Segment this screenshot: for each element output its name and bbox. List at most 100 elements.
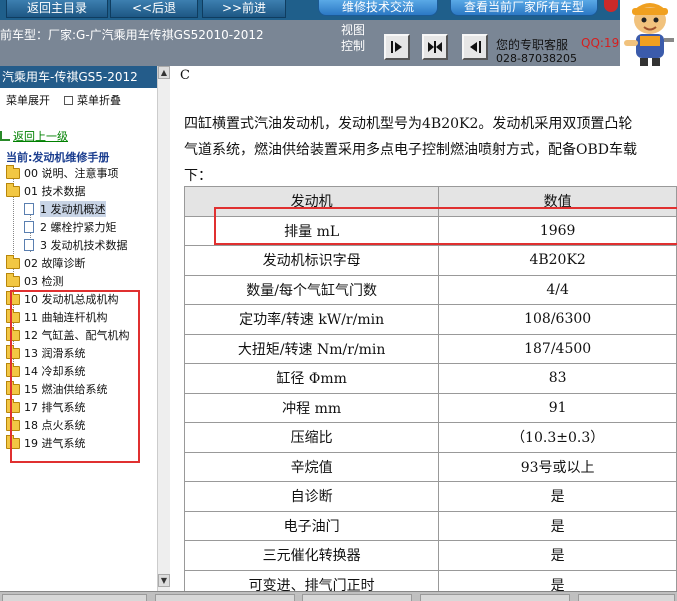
tree-item-label: 3 发动机技术数据 (40, 239, 128, 252)
status-segment (302, 594, 412, 601)
table-row: 电子油门 是 (183, 510, 677, 541)
collapse-menu-button[interactable]: 菜单折叠 (64, 92, 121, 108)
view-control-label: 视图控制 (341, 23, 366, 53)
table-row: 大扭矩/转速 Nm/r/min 187/4500 (183, 333, 677, 364)
tree-item-label: 1 发动机概述 (40, 201, 106, 217)
tree-item[interactable]: 02 故障诊断 (6, 254, 86, 272)
tree-item-label: 01 技术数据 (24, 185, 86, 198)
customer-service-label: 您的专职客服 (496, 38, 569, 52)
back-button[interactable]: <<后退 (110, 0, 198, 18)
tree-item-label: 2 螺栓拧紧力矩 (40, 221, 117, 234)
table-row: 辛烷值 93号或以上 (183, 451, 677, 482)
table-row: 可变进、排气门正时 是 (183, 569, 677, 591)
table-cell: 187/4500 (438, 333, 677, 364)
table-row: 发动机标识字母 4B20K2 (183, 245, 677, 276)
go-up-label: 返回上一级 (13, 130, 68, 143)
table-cell: （10.3±0.3） (438, 422, 677, 453)
close-icon[interactable] (604, 0, 618, 12)
table-row: 自诊断 是 (183, 481, 677, 512)
table-cell: 压缩比 (183, 422, 440, 453)
sidebar-scrollbar[interactable]: ▲ ▼ (157, 66, 170, 591)
info-bar: 前车型：厂家:G-广汽乘用车传祺GS52010-2012 视图控制 您的专职客服… (0, 20, 620, 84)
go-up-link[interactable]: 返回上一级 (0, 128, 68, 144)
folder-icon (6, 254, 20, 269)
mechanic-mascot-icon (620, 0, 677, 66)
sidebar: 汽乘用车-传祺GS5-2012 菜单展开 菜单折叠 返回上一级 当前:发动机维修… (0, 66, 170, 591)
sidebar-toolbar: 菜单展开 菜单折叠 (0, 92, 170, 108)
table-row: 定功率/转速 kW/r/min 108/6300 (183, 304, 677, 335)
document-icon (24, 221, 34, 233)
queue-view-button[interactable]: 查看当前厂家所有车型 (450, 0, 598, 16)
sidebar-header: 汽乘用车-传祺GS5-2012 (0, 66, 168, 88)
table-cell: 缸径 Φmm (183, 363, 440, 394)
folder-icon (6, 272, 20, 287)
table-cell: 是 (438, 569, 677, 591)
paragraph-line: 气道系统，燃油供给装置采用多点电子控制燃油喷射方式，配备OBD车载 (184, 142, 637, 158)
expand-menu-label: 菜单展开 (6, 94, 50, 107)
table-cell: 定功率/转速 kW/r/min (183, 304, 440, 335)
tree-item[interactable]: 00 说明、注意事项 (6, 164, 119, 182)
tech-exchange-button[interactable]: 维修技术交流 (318, 0, 438, 16)
qq-link[interactable]: QQ:19 (581, 36, 619, 50)
table-row: 缸径 Φmm 83 (183, 363, 677, 394)
table-cell: 电子油门 (183, 510, 440, 541)
table-row: 压缩比 （10.3±0.3） (183, 422, 677, 453)
scroll-up-icon[interactable]: ▲ (158, 66, 170, 79)
expand-menu-button[interactable]: 菜单展开 (6, 92, 50, 108)
table-cell: 冲程 mm (183, 392, 440, 423)
table-cell: 发动机标识字母 (183, 245, 440, 276)
current-manual-label: 当前:发动机维修手册 (6, 151, 110, 164)
table-row: 冲程 mm 91 (183, 392, 677, 423)
status-segment (420, 594, 570, 601)
document-icon (24, 239, 34, 251)
panel-left-icon[interactable] (462, 34, 488, 60)
highlight-box (214, 207, 677, 245)
tree-item[interactable]: 2 螺栓拧紧力矩 (24, 218, 117, 236)
vehicle-model-label: 前车型：厂家:G-广汽乘用车传祺GS52010-2012 (0, 28, 264, 42)
folder-open-icon (6, 182, 20, 197)
table-cell: 辛烷值 (183, 451, 440, 482)
phone-label: 028-87038205 (496, 52, 577, 65)
table-cell: 93号或以上 (438, 451, 677, 482)
table-cell: 可变进、排气门正时 (183, 569, 440, 591)
back-to-main-button[interactable]: 返回主目录 (6, 0, 108, 18)
tree-item[interactable]: 03 检测 (6, 272, 64, 290)
highlight-box (10, 290, 140, 463)
table-row: 数量/每个气缸气门数 4/4 (183, 274, 677, 305)
table-cell: 是 (438, 540, 677, 571)
table-cell: 自诊断 (183, 481, 440, 512)
content-heading-fragment: C (180, 68, 190, 83)
status-bar (0, 591, 677, 601)
forward-button[interactable]: >>前进 (202, 0, 286, 18)
tree-item[interactable]: 3 发动机技术数据 (24, 236, 128, 254)
app-window: 返回主目录 <<后退 >>前进 维修技术交流 查看当前厂家所有车型 前车型：厂家… (0, 0, 677, 601)
scroll-down-icon[interactable]: ▼ (158, 574, 170, 587)
table-cell: 大扭矩/转速 Nm/r/min (183, 333, 440, 364)
table-cell: 是 (438, 481, 677, 512)
top-nav-bar: 返回主目录 <<后退 >>前进 维修技术交流 查看当前厂家所有车型 (0, 0, 677, 20)
table-cell: 108/6300 (438, 304, 677, 335)
paragraph-line: 下： (184, 168, 212, 184)
table-cell: 91 (438, 392, 677, 423)
paragraph-line: 四缸横置式汽油发动机，发动机型号为4B20K2。发动机采用双顶置凸轮 (184, 116, 633, 132)
table-cell: 83 (438, 363, 677, 394)
status-segment (578, 594, 675, 601)
table-row: 三元催化转换器 是 (183, 540, 677, 571)
panel-right-icon[interactable] (384, 34, 410, 60)
document-icon (24, 203, 34, 215)
tree-item-label: 02 故障诊断 (24, 257, 86, 270)
tree-item-selected[interactable]: 1 发动机概述 (24, 200, 106, 218)
up-arrow-icon (0, 131, 10, 141)
table-cell: 三元催化转换器 (183, 540, 440, 571)
table-cell: 4/4 (438, 274, 677, 305)
panel-split-icon[interactable] (422, 34, 448, 60)
tree-item-label: 03 检测 (24, 275, 64, 288)
table-cell: 是 (438, 510, 677, 541)
content-pane: C 四缸横置式汽油发动机，发动机型号为4B20K2。发动机采用双顶置凸轮 气道系… (170, 66, 677, 591)
tree-item-label: 00 说明、注意事项 (24, 167, 119, 180)
table-cell: 4B20K2 (438, 245, 677, 276)
tree-item[interactable]: 01 技术数据 (6, 182, 86, 200)
folder-icon (6, 164, 20, 179)
table-cell: 数量/每个气缸气门数 (183, 274, 440, 305)
status-segment (155, 594, 295, 601)
